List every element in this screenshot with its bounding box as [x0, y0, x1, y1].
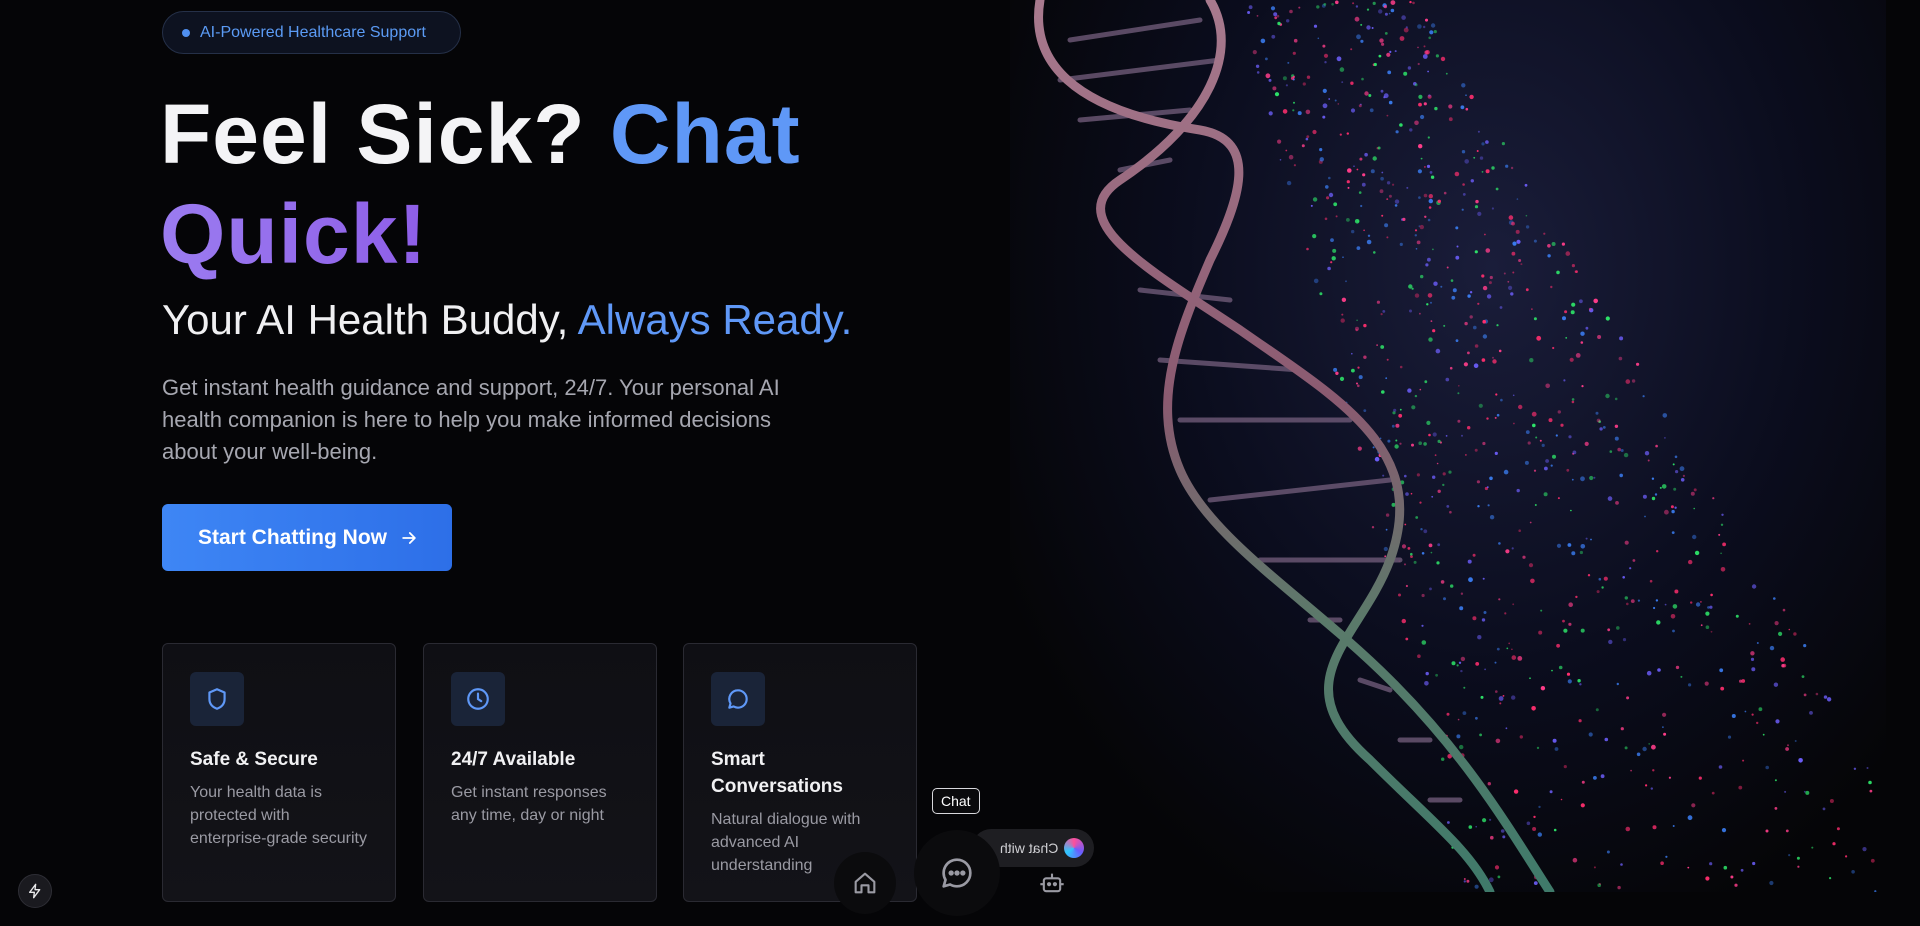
feature-card-secure: Safe & Secure Your health data is protec… [162, 643, 396, 902]
dock-tooltip: Chat [932, 788, 980, 814]
feature-description: Get instant responses any time, day or n… [451, 784, 607, 824]
clock-icon [451, 672, 505, 726]
feature-card-available: 24/7 Available Get instant responses any… [423, 643, 657, 902]
hero-description: Get instant health guidance and support,… [162, 375, 780, 464]
dock-chat-button[interactable] [914, 830, 1000, 916]
hero-subhead: Your AI Health Buddy, Always Ready. [162, 296, 852, 344]
start-chatting-button[interactable]: Start Chatting Now [162, 504, 452, 571]
robot-icon [1040, 873, 1064, 893]
headline-part3: Quick! [160, 187, 428, 281]
arrow-right-icon [402, 531, 416, 544]
shield-icon [190, 672, 244, 726]
badge-dot [182, 28, 190, 37]
hero-badge: AI-Powered Healthcare Support [162, 11, 461, 54]
chat-icon [942, 858, 972, 888]
feature-description: Your health data is protected with enter… [190, 784, 367, 847]
dna-helix-image [1010, 0, 1886, 892]
chat-bubble-icon [711, 672, 765, 726]
cta-label: Start Chatting Now [198, 525, 387, 549]
feature-title: 24/7 Available [451, 749, 576, 770]
subhead-part2: Always Ready. [577, 296, 853, 343]
dock-home-button[interactable] [834, 852, 896, 914]
bolt-button[interactable] [18, 874, 52, 908]
bolt-icon [29, 883, 41, 899]
hero-headline: Feel Sick? Chat Quick! [160, 84, 1060, 284]
feature-title: Safe & Secure [190, 749, 318, 770]
badge-label: AI-Powered Healthcare Support [200, 23, 426, 41]
dock-robot-button[interactable] [1021, 852, 1083, 914]
subhead-part1: Your AI Health Buddy, [162, 296, 569, 343]
headline-part2: Chat [609, 87, 801, 181]
headline-part1: Feel Sick? [160, 87, 586, 181]
feature-title: Smart Conversations [711, 749, 843, 797]
home-icon [854, 872, 876, 894]
